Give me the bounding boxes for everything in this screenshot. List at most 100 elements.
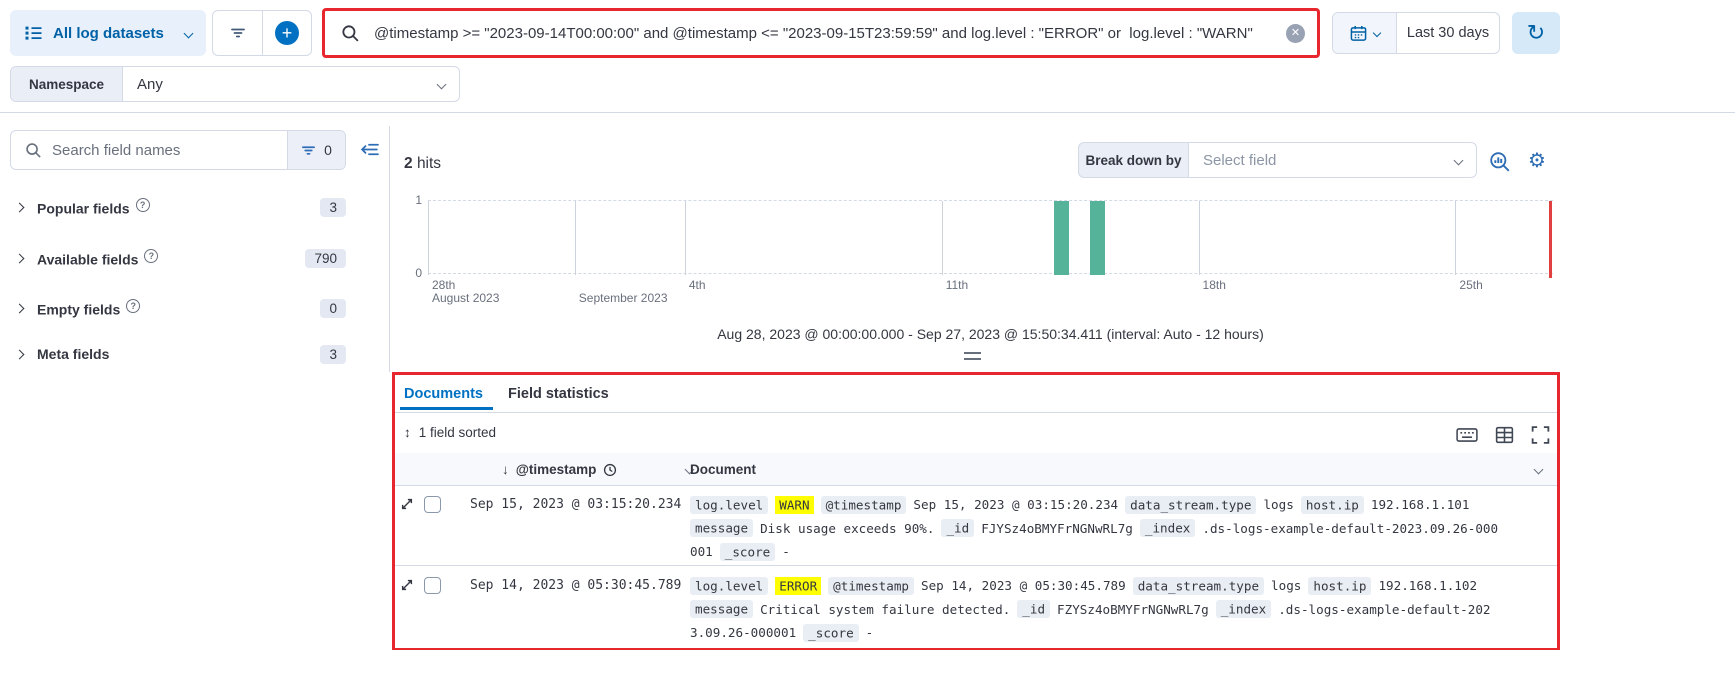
sorted-fields-label: 1 field sorted: [419, 425, 496, 440]
field-filter-button[interactable]: 0: [287, 131, 345, 169]
lens-chart-icon: [1489, 151, 1511, 173]
histogram-bar[interactable]: [1054, 201, 1069, 275]
namespace-value: Any: [137, 76, 163, 93]
header-divider: [0, 112, 1735, 113]
tab-documents[interactable]: Documents: [404, 386, 483, 402]
x-gridline: [685, 201, 686, 275]
section-label: Popular fields?: [37, 198, 150, 217]
field-name-pill: _id: [941, 519, 974, 537]
field-name-pill: data_stream.type: [1133, 577, 1264, 595]
help-icon: ?: [144, 249, 158, 263]
field-value: logs: [1271, 578, 1301, 593]
expand-document-icon[interactable]: [400, 497, 414, 511]
table-row[interactable]: Sep 14, 2023 @ 05:30:45.789 log.levelERR…: [395, 567, 1557, 648]
calendar-icon: [1350, 25, 1367, 42]
tab-field-statistics[interactable]: Field statistics: [508, 386, 609, 402]
chevron-down-icon: [1454, 155, 1464, 165]
help-icon: ?: [136, 198, 150, 212]
histogram-bar[interactable]: [1090, 201, 1105, 275]
section-count-badge: 0: [320, 299, 346, 318]
search-icon: [25, 142, 42, 159]
field-name-pill: _id: [1017, 600, 1050, 618]
explore-in-lens-button[interactable]: [1488, 150, 1512, 174]
chevron-down-icon[interactable]: [1534, 465, 1544, 475]
sidebar-section-meta-fields[interactable]: Meta fields 3: [10, 341, 346, 367]
fullscreen-icon: [1531, 426, 1550, 444]
document-column-header[interactable]: Document: [690, 453, 1550, 486]
help-icon: ?: [126, 299, 140, 313]
x-axis-month-label: August 2023: [432, 291, 499, 305]
x-gridline: [575, 201, 576, 275]
histogram-plot-area: [428, 200, 1553, 274]
histogram-chart[interactable]: 28thAugust 2023September 20234th11th18th…: [428, 200, 1553, 304]
row-document-summary: log.levelWARN@timestampSep 15, 2023 @ 03…: [690, 493, 1500, 564]
keyboard-icon: [1456, 426, 1478, 444]
field-search-input[interactable]: [52, 142, 287, 159]
timestamp-column-header[interactable]: ↓ @timestamp: [502, 453, 693, 486]
sort-desc-icon: ↓: [502, 462, 509, 477]
search-icon: [341, 24, 360, 43]
collapse-sidebar-button[interactable]: [358, 138, 380, 160]
x-axis-tick-label: 28th: [432, 278, 455, 292]
sort-icon: ↕: [404, 425, 411, 440]
section-count-badge: 3: [320, 345, 346, 364]
filter-controls: +: [212, 10, 312, 56]
refresh-icon: ↻: [1527, 20, 1545, 46]
row-timestamp: Sep 14, 2023 @ 05:30:45.789: [470, 578, 681, 593]
breakdown-placeholder: Select field: [1203, 152, 1276, 169]
sorted-fields-button[interactable]: ↕ 1 field sorted: [404, 425, 496, 440]
chart-resize-handle[interactable]: [964, 352, 981, 360]
row-checkbox[interactable]: [424, 496, 441, 513]
chart-caption: Aug 28, 2023 @ 00:00:00.000 - Sep 27, 20…: [428, 326, 1553, 342]
table-header-row: ↓ @timestamp Document: [395, 453, 1557, 486]
x-axis-tick-label: 18th: [1203, 278, 1226, 292]
row-checkbox[interactable]: [424, 577, 441, 594]
namespace-filter: Namespace Any: [10, 66, 460, 102]
field-value: FJYSz4oBMYFrNGNwRL7g: [981, 521, 1133, 536]
display-options-button[interactable]: [1495, 426, 1514, 444]
chevron-right-icon: [15, 253, 25, 263]
refresh-button[interactable]: ↻: [1512, 12, 1560, 54]
date-picker-menu-button[interactable]: [1333, 13, 1397, 53]
table-row[interactable]: Sep 15, 2023 @ 03:15:20.234 log.levelWAR…: [395, 486, 1557, 566]
keyboard-shortcuts-button[interactable]: [1456, 426, 1478, 444]
section-label: Empty fields?: [37, 299, 140, 318]
current-time-marker: [1549, 201, 1552, 278]
saved-query-menu-button[interactable]: [213, 11, 262, 55]
active-tab-underline: [400, 407, 493, 410]
field-name-pill: log.level: [690, 496, 768, 514]
expand-document-icon[interactable]: [400, 578, 414, 592]
field-search: 0: [10, 130, 346, 170]
query-input[interactable]: @timestamp >= "2023-09-14T00:00:00" and …: [374, 25, 1286, 42]
section-label: Available fields?: [37, 249, 158, 268]
x-gridline: [942, 201, 943, 275]
gear-icon: ⚙: [1528, 148, 1546, 173]
sidebar-section-popular-fields[interactable]: Popular fields? 3: [10, 194, 346, 220]
breakdown-select[interactable]: Select field: [1188, 142, 1477, 178]
chevron-right-icon: [15, 303, 25, 313]
field-value: logs: [1263, 497, 1293, 512]
table-grid-icon: [1495, 426, 1514, 444]
field-value: -: [782, 544, 790, 559]
sidebar-section-empty-fields[interactable]: Empty fields? 0: [10, 295, 346, 321]
breakdown-label: Break down by: [1078, 142, 1188, 178]
filter-icon: [301, 143, 316, 158]
field-name-pill: data_stream.type: [1125, 496, 1256, 514]
time-range-button[interactable]: Last 30 days: [1397, 13, 1499, 53]
add-filter-button[interactable]: +: [262, 11, 311, 55]
field-name-pill: @timestamp: [828, 577, 914, 595]
namespace-select[interactable]: Any: [123, 67, 459, 101]
field-value: Sep 15, 2023 @ 03:15:20.234: [913, 497, 1118, 512]
x-axis-tick-label: 4th: [689, 278, 706, 292]
dataset-picker-button[interactable]: All log datasets: [10, 10, 206, 56]
discover-page: All log datasets + @timestamp >= "2023-0…: [0, 0, 1735, 688]
namespace-label: Namespace: [11, 67, 123, 101]
field-value: 192.168.1.102: [1378, 578, 1477, 593]
chevron-right-icon: [15, 349, 25, 359]
fullscreen-button[interactable]: [1531, 426, 1550, 444]
x-gridline: [1455, 201, 1456, 275]
chart-options-button[interactable]: ⚙: [1525, 148, 1549, 172]
field-value: -: [866, 625, 874, 640]
clear-query-icon[interactable]: ✕: [1286, 24, 1305, 43]
sidebar-section-available-fields[interactable]: Available fields? 790: [10, 245, 346, 271]
